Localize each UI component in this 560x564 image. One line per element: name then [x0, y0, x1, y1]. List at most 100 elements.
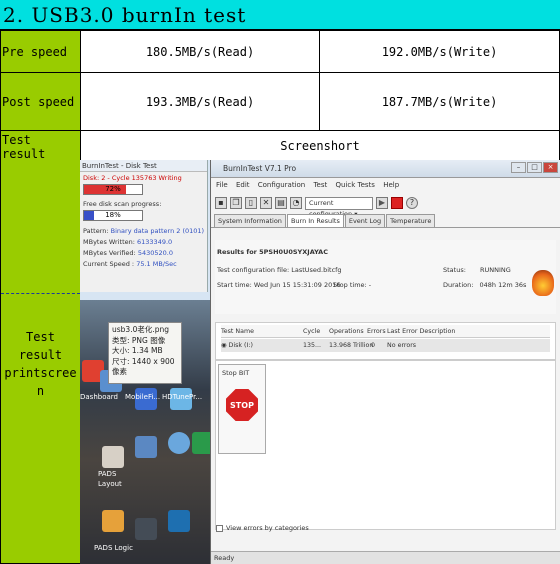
pads-logic-icon[interactable] [102, 510, 124, 532]
status-label: Status: [443, 266, 466, 274]
tooltip-dims: 尺寸: 1440 x 900 像素 [112, 356, 175, 377]
app-icon[interactable] [168, 432, 190, 454]
scan-label: Free disk scan progress: [83, 200, 162, 208]
disk-field-row: MBytes Written: 6133349.0 [83, 237, 204, 248]
disk-fields: Pattern: Binary data pattern 2 (0101) MB… [83, 226, 204, 270]
view-errors-checkbox[interactable] [216, 524, 223, 532]
grid-header-test-name: Test Name [221, 328, 254, 335]
stop-bit-label: Stop BIT [222, 369, 250, 377]
desktop-background: BurnInTest - Disk Test Disk: 2 - Cycle 1… [80, 160, 214, 564]
minimize-icon[interactable]: – [511, 162, 526, 173]
menu-test[interactable]: Test [313, 181, 327, 189]
pre-speed-label: Pre speed [0, 30, 81, 73]
report-icon[interactable]: ▤ [275, 197, 287, 209]
window-controls: – □ × [511, 162, 558, 173]
section-title: 2. USB3.0 burnIn test [0, 0, 560, 30]
cell-test-name: Disk (I:) [228, 342, 253, 349]
desktop-icon-label: Layout [98, 480, 122, 488]
disk-field-row: Current Speed : 75.1 MB/Sec [83, 259, 204, 270]
disk-field-row: MBytes Verified: 5430520.0 [83, 248, 204, 259]
cell-operations: 13.968 Trillion [329, 342, 374, 349]
dashed-divider [1, 293, 80, 294]
start-time-row: Start time: Wed Jun 15 15:31:09 2016 [217, 281, 341, 289]
results-grid: Test Name Cycle Operations Errors Last E… [215, 322, 556, 360]
config-file-value: LastUsed.bitcfg [291, 266, 342, 274]
disk-field-key: MBytes Written: [83, 238, 135, 246]
copy-icon[interactable]: ❐ [230, 197, 242, 209]
tooltip-type: 类型: PNG 图像 [112, 335, 166, 345]
maximize-icon[interactable]: □ [527, 162, 542, 173]
post-speed-write: 187.7MB/s(Write) [319, 72, 560, 131]
disk-test-title: BurnInTest - Disk Test [80, 160, 207, 172]
tooltip-size: 大小: 1.34 MB [112, 346, 163, 355]
burn-flame-icon [532, 270, 554, 296]
help-icon[interactable]: ? [406, 197, 418, 209]
app-icon[interactable] [135, 518, 157, 540]
start-time-value: Wed Jun 15 15:31:09 2016 [253, 281, 341, 289]
menu-bar: File Edit Configuration Test Quick Tests… [211, 178, 560, 192]
status-row: Status: RUNNING [443, 266, 511, 274]
stop-time-row: Stop time: - [333, 281, 371, 289]
tab-bar: System Information Burn In Results Event… [211, 214, 560, 228]
clipboard-icon[interactable]: ▯ [245, 197, 257, 209]
stop-time-label: Stop time: [333, 281, 367, 289]
pads-layout-icon[interactable] [102, 446, 124, 468]
play-icon[interactable]: ▶ [376, 197, 388, 209]
config-select[interactable]: Current configuration ▾ [305, 196, 373, 218]
stop-sign-icon: STOP [226, 389, 258, 421]
config-file-label: Test configuration file: [217, 266, 290, 274]
cell-errors: 0 [371, 342, 376, 349]
menu-help[interactable]: Help [383, 181, 399, 189]
app-icon[interactable] [168, 510, 190, 532]
disk-test-window: BurnInTest - Disk Test Disk: 2 - Cycle 1… [80, 160, 208, 292]
disk-field-value: 6133349.0 [137, 238, 173, 246]
grid-header-cycle: Cycle [303, 328, 321, 335]
results-panel: Results for 5PSH0U0SYXJAYAC Test configu… [215, 240, 556, 314]
stop-bit-button[interactable]: Stop BIT STOP [218, 364, 266, 454]
printscreen-label-cell: Test result printscree n [0, 160, 81, 564]
bit-title: BurnInTest V7.1 Pro [211, 160, 560, 178]
tab-system-information[interactable]: System Information [214, 214, 286, 227]
disk-field-row: Pattern: Binary data pattern 2 (0101) [83, 226, 204, 237]
table-row[interactable]: ◉ Disk (I:) 135... 13.968 Trillion 0 No … [221, 339, 550, 352]
printscreen-label-line: printscree [4, 366, 77, 380]
tab-temperature[interactable]: Temperature [386, 214, 436, 227]
disk-field-value: 75.1 MB/Sec [136, 260, 177, 268]
test-result-label: Test result [0, 130, 81, 161]
desktop-icon-label: MobileFi... [125, 393, 161, 401]
menu-file[interactable]: File [216, 181, 228, 189]
desktop-icon-label: PADS [98, 470, 117, 478]
config-file-row: Test configuration file: LastUsed.bitcfg [217, 266, 342, 274]
menu-edit[interactable]: Edit [236, 181, 250, 189]
status-value: RUNNING [479, 266, 511, 274]
test-screenshot: BurnInTest - Disk Test Disk: 2 - Cycle 1… [80, 160, 560, 564]
cell-last-error: No errors [387, 342, 417, 349]
tab-event-log[interactable]: Event Log [344, 214, 386, 227]
printscreen-label-line: Test [26, 330, 55, 344]
start-time-label: Start time: [217, 281, 252, 289]
duration-row: Duration: 048h 12m 36s [443, 281, 526, 289]
save-icon[interactable]: ▪ [215, 197, 227, 209]
cell-cycle: 135... [303, 342, 322, 349]
stop-icon[interactable] [391, 197, 403, 209]
status-bar: Ready [211, 551, 560, 564]
tooltip-filename: usb3.0老化.png [112, 325, 170, 334]
post-speed-read: 193.3MB/s(Read) [80, 72, 320, 131]
app-icon[interactable] [135, 436, 157, 458]
grid-header: Test Name Cycle Operations Errors Last E… [221, 325, 550, 338]
file-tooltip: usb3.0老化.png 类型: PNG 图像 大小: 1.34 MB 尺寸: … [108, 322, 182, 384]
scan-progress-text: 18% [105, 211, 121, 219]
tab-burn-in-results[interactable]: Burn In Results [286, 214, 344, 227]
menu-configuration[interactable]: Configuration [258, 181, 305, 189]
close-icon[interactable]: × [543, 162, 558, 173]
disk-field-key: MBytes Verified: [83, 249, 136, 257]
desktop-icon-label: PADS Logic [94, 544, 133, 552]
disk-cycle-line: Disk: 2 - Cycle 135763 Writing [83, 174, 182, 182]
delete-icon[interactable]: ✕ [260, 197, 272, 209]
duration-value: 048h 12m 36s [479, 281, 527, 289]
gauge-icon[interactable]: ◔ [290, 197, 302, 209]
desktop-icon-label: HDTunePr... [162, 393, 203, 401]
menu-quick-tests[interactable]: Quick Tests [336, 181, 375, 189]
pre-speed-write: 192.0MB/s(Write) [319, 30, 560, 73]
test-result-value: Screenshort [80, 130, 560, 161]
